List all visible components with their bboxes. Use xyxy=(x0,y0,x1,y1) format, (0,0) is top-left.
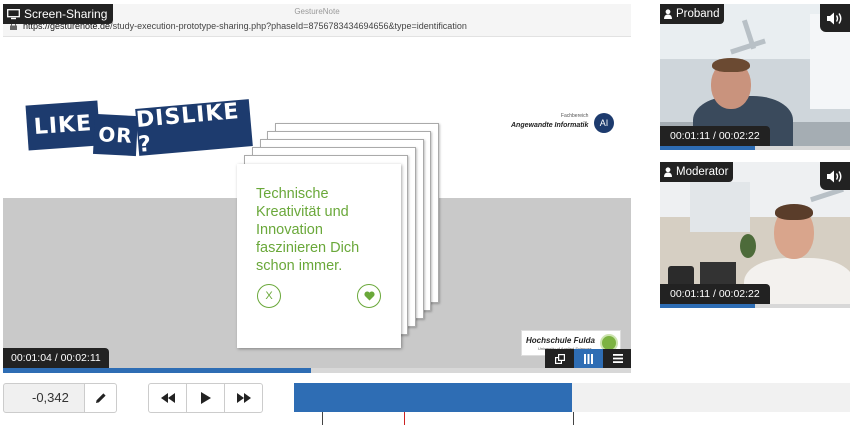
banner-word-like: LIKE xyxy=(25,100,101,151)
moderator-audio-button[interactable] xyxy=(820,162,850,190)
url-path: /study-execution-prototype-sharing.php?p… xyxy=(110,21,467,31)
timeline-marker[interactable] xyxy=(322,412,323,425)
screen-progress-fill xyxy=(3,368,311,373)
monitor-screen xyxy=(700,262,736,286)
pencil-icon xyxy=(95,393,106,403)
proband-progress-bar[interactable] xyxy=(660,146,850,150)
edit-offset-button[interactable] xyxy=(84,383,117,413)
timeline-playhead-marker[interactable] xyxy=(404,412,405,425)
proband-label: Proband xyxy=(660,4,725,24)
department-name: Angewandte Informatik xyxy=(511,122,589,129)
proband-time-readout: 00:01:11 / 00:02:22 xyxy=(660,126,770,146)
columns-view-button[interactable] xyxy=(574,349,603,368)
participant-hair xyxy=(775,204,813,220)
heart-icon xyxy=(363,291,375,301)
university-name: Hochschule Fulda xyxy=(526,336,595,345)
sync-offset-field[interactable]: -0,342 xyxy=(3,383,85,413)
timeline-marker[interactable] xyxy=(573,412,574,425)
main-timeline-fill xyxy=(294,383,572,412)
department-badge: AI xyxy=(594,113,614,133)
rewind-icon xyxy=(160,393,175,403)
screen-sharing-label: Screen-Sharing xyxy=(3,4,114,24)
volume-icon xyxy=(827,12,842,24)
moderator-progress-bar[interactable] xyxy=(660,304,850,308)
proband-progress-fill xyxy=(660,146,755,150)
screen-sharing-label-text: Screen-Sharing xyxy=(24,7,108,21)
play-button[interactable] xyxy=(186,383,225,413)
plant xyxy=(740,234,756,258)
list-icon xyxy=(612,354,623,363)
user-icon xyxy=(664,167,672,177)
transport-controls xyxy=(148,383,263,413)
proband-label-text: Proband xyxy=(676,8,720,20)
play-icon xyxy=(200,392,211,404)
screen-time-readout: 00:01:04 / 00:02:11 xyxy=(3,348,109,368)
moderator-time-readout: 00:01:11 / 00:02:22 xyxy=(660,284,770,304)
volume-icon xyxy=(827,170,842,182)
list-view-button[interactable] xyxy=(603,349,631,368)
statement-card: Technische Kreativität und Innovation fa… xyxy=(237,164,401,348)
fast-forward-button[interactable] xyxy=(224,383,263,413)
rewind-button[interactable] xyxy=(148,383,187,413)
popout-view-button[interactable] xyxy=(545,349,574,368)
like-button[interactable] xyxy=(357,284,381,308)
moderator-progress-fill xyxy=(660,304,755,308)
columns-icon xyxy=(584,353,593,364)
proband-audio-button[interactable] xyxy=(820,4,850,32)
popout-icon xyxy=(554,353,565,364)
screen-progress-bar[interactable] xyxy=(3,368,631,373)
room-window xyxy=(690,182,750,232)
webcam-moderator: Moderator 00:01:11 / 00:02:22 xyxy=(660,162,850,308)
banner-word-dislike: DISLIKE ? xyxy=(135,99,253,157)
banner-word-or: OR xyxy=(92,113,139,157)
statement-text: Technische Kreativität und Innovation fa… xyxy=(256,186,360,274)
participant-hair xyxy=(712,58,750,72)
view-mode-buttons xyxy=(545,349,631,368)
fast-forward-icon xyxy=(236,393,251,403)
main-timeline[interactable] xyxy=(294,383,850,412)
webcam-proband: Proband 00:01:11 / 00:02:22 xyxy=(660,4,850,150)
department-small-label: Fachbereich xyxy=(560,113,589,119)
monitor-icon xyxy=(7,8,20,19)
screen-sharing-panel: GestureNote https://gesturenote.de/study… xyxy=(3,4,631,373)
moderator-label-text: Moderator xyxy=(676,166,729,178)
moderator-label: Moderator xyxy=(660,162,734,182)
department-logo: Fachbereich Angewandte Informatik xyxy=(511,112,588,130)
user-icon xyxy=(664,9,672,19)
dislike-button[interactable]: X xyxy=(257,284,281,308)
